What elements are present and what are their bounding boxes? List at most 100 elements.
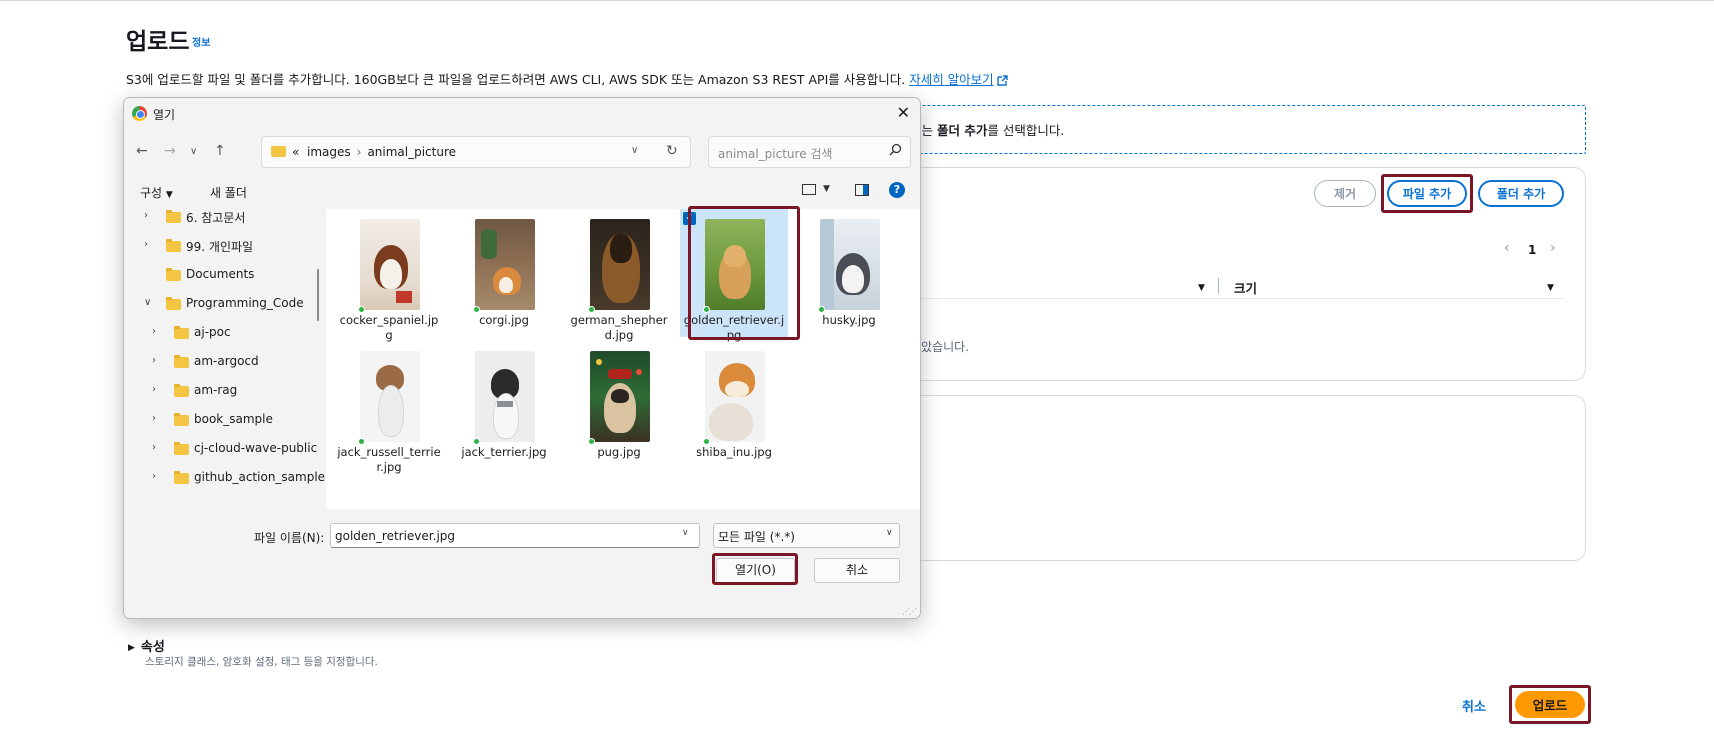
filename-input[interactable]: golden_retriever.jpg <box>330 523 700 548</box>
dialog-toolbar: 구성 ▼ 새 폴더 ▼ ? <box>124 176 920 206</box>
dialog-title: 열기 <box>153 108 176 122</box>
properties-expander[interactable]: ▶ 속성 <box>128 636 165 655</box>
file-name: husky.jpg <box>822 313 876 327</box>
file-name: corgi.jpg <box>479 313 529 327</box>
thumbnail-image <box>705 219 765 310</box>
preview-pane-icon[interactable] <box>855 184 869 196</box>
file-item-husky[interactable]: husky.jpg <box>795 209 903 337</box>
table-header-line <box>900 298 1565 299</box>
up-arrow-icon[interactable]: ↑ <box>214 143 226 159</box>
folder-icon <box>174 471 189 484</box>
recent-dropdown-icon[interactable]: ∨ <box>190 146 197 157</box>
folder-icon <box>174 413 189 426</box>
thumbnail-image <box>820 219 880 310</box>
view-dropdown-icon[interactable]: ▼ <box>823 184 830 194</box>
next-page-icon[interactable]: › <box>1550 240 1556 256</box>
sort-icon[interactable]: ▼ <box>1198 283 1205 293</box>
add-files-button[interactable]: 파일 추가 <box>1387 180 1467 207</box>
header-divider <box>1218 278 1219 294</box>
size-sort-icon[interactable]: ▼ <box>1547 283 1554 293</box>
filename-label: 파일 이름(N): <box>254 531 325 545</box>
file-name: jack_russell_terrier.jpg <box>337 445 441 474</box>
page-description: S3에 업로드할 파일 및 폴더를 추가합니다. 160GB보다 큰 파일을 업… <box>126 69 1008 88</box>
cancel-link[interactable]: 취소 <box>1462 696 1486 715</box>
folder-icon <box>174 355 189 368</box>
sync-status-icon <box>588 438 595 445</box>
folder-icon <box>174 326 189 339</box>
chevron-down-icon: ∨ <box>144 297 152 308</box>
file-name: german_shepherd.jpg <box>570 313 668 342</box>
file-name: pug.jpg <box>597 445 641 459</box>
file-item-shiba-inu[interactable]: shiba_inu.jpg <box>680 341 788 469</box>
open-button[interactable]: 열기(O) <box>716 558 795 583</box>
chevron-right-icon: › <box>144 239 148 250</box>
top-divider <box>0 0 1714 1</box>
sync-status-icon <box>473 306 480 313</box>
filetype-select[interactable]: 모든 파일 (*.*) <box>713 523 900 548</box>
chevron-down-icon[interactable]: ∨ <box>631 145 638 156</box>
chevron-right-icon: › <box>152 413 156 424</box>
path-segment[interactable]: images <box>307 145 351 159</box>
folder-icon <box>271 146 286 157</box>
remove-button[interactable]: 제거 <box>1314 180 1376 207</box>
checkbox-checked-icon[interactable]: ✓ <box>683 212 696 225</box>
view-icon[interactable] <box>802 184 816 195</box>
info-link[interactable]: 정보 <box>192 34 210 49</box>
address-path: « images › animal_picture <box>292 145 457 159</box>
sync-status-icon <box>473 438 480 445</box>
file-item-cocker-spaniel[interactable]: cocker_spaniel.jpg <box>335 209 443 342</box>
chevron-right-icon: › <box>144 210 148 221</box>
filename-dropdown-icon[interactable]: ∨ <box>682 528 689 538</box>
path-segment[interactable]: animal_picture <box>367 145 456 159</box>
thumbnail-image <box>475 219 535 310</box>
file-item-corgi[interactable]: corgi.jpg <box>450 209 558 337</box>
help-icon[interactable]: ? <box>889 182 905 198</box>
new-folder-button[interactable]: 새 폴더 <box>210 184 247 201</box>
external-link-icon <box>996 75 1008 86</box>
folder-icon <box>174 384 189 397</box>
size-column-header[interactable]: 크기 <box>1234 278 1257 297</box>
chevron-right-icon: › <box>152 471 156 482</box>
file-item-jack-terrier[interactable]: jack_terrier.jpg <box>450 341 558 469</box>
current-page[interactable]: 1 <box>1528 243 1536 257</box>
page-title: 업로드 <box>126 29 190 55</box>
thumbnail-image <box>705 351 765 442</box>
upload-button[interactable]: 업로드 <box>1515 691 1585 718</box>
resize-grip-icon[interactable]: ⋰⋰ <box>902 607 917 616</box>
refresh-icon[interactable]: ↻ <box>666 143 678 159</box>
address-bar[interactable]: « images › animal_picture ∨ ↻ <box>261 136 691 168</box>
back-arrow-icon[interactable]: ← <box>136 143 148 159</box>
file-item-jack-russell-terrier[interactable]: jack_russell_terrier.jpg <box>335 341 443 474</box>
sync-status-icon <box>588 306 595 313</box>
description-text: S3에 업로드할 파일 및 폴더를 추가합니다. 160GB보다 큰 파일을 업… <box>126 72 906 87</box>
file-grid: cocker_spaniel.jpg corgi.jpg german_shep… <box>326 209 920 509</box>
file-item-golden-retriever[interactable]: ✓ golden_retriever.jpg <box>680 209 788 342</box>
file-item-pug[interactable]: pug.jpg <box>565 341 673 469</box>
file-name: jack_terrier.jpg <box>461 445 547 459</box>
forward-arrow-icon[interactable]: → <box>164 143 176 159</box>
sync-status-icon <box>358 438 365 445</box>
folder-icon <box>166 268 181 281</box>
file-name: golden_retriever.jpg <box>683 313 785 342</box>
prev-page-icon[interactable]: ‹ <box>1504 240 1510 256</box>
dialog-bottom-bar: 파일 이름(N): golden_retriever.jpg ∨ 모든 파일 (… <box>124 509 920 618</box>
chevron-right-icon: › <box>152 355 156 366</box>
folder-tree: › 6. 참고문서 › 99. 개인파일 Documents ∨ Programmin… <box>124 209 325 509</box>
sync-status-icon <box>703 306 710 313</box>
learn-more-link[interactable]: 자세히 알아보기 <box>909 72 1008 87</box>
properties-description: 스토리지 클래스, 암호화 설정, 태그 등을 지정합니다. <box>145 656 378 668</box>
file-item-german-shepherd[interactable]: german_shepherd.jpg <box>565 209 673 342</box>
search-input[interactable]: animal_picture 검색 <box>708 136 911 168</box>
tree-scrollbar[interactable] <box>317 269 319 321</box>
organize-menu[interactable]: 구성 ▼ <box>140 184 173 201</box>
file-name: cocker_spaniel.jpg <box>339 313 439 342</box>
filetype-dropdown-icon[interactable]: ∨ <box>886 528 893 538</box>
dialog-cancel-button[interactable]: 취소 <box>814 558 900 583</box>
thumbnail-image <box>475 351 535 442</box>
sync-status-icon <box>818 306 825 313</box>
chevron-right-icon: › <box>152 326 156 337</box>
thumbnail-image <box>360 219 420 310</box>
close-icon[interactable]: ✕ <box>897 103 910 122</box>
add-folder-button[interactable]: 폴더 추가 <box>1478 180 1564 207</box>
caret-right-icon: ▶ <box>128 643 135 653</box>
